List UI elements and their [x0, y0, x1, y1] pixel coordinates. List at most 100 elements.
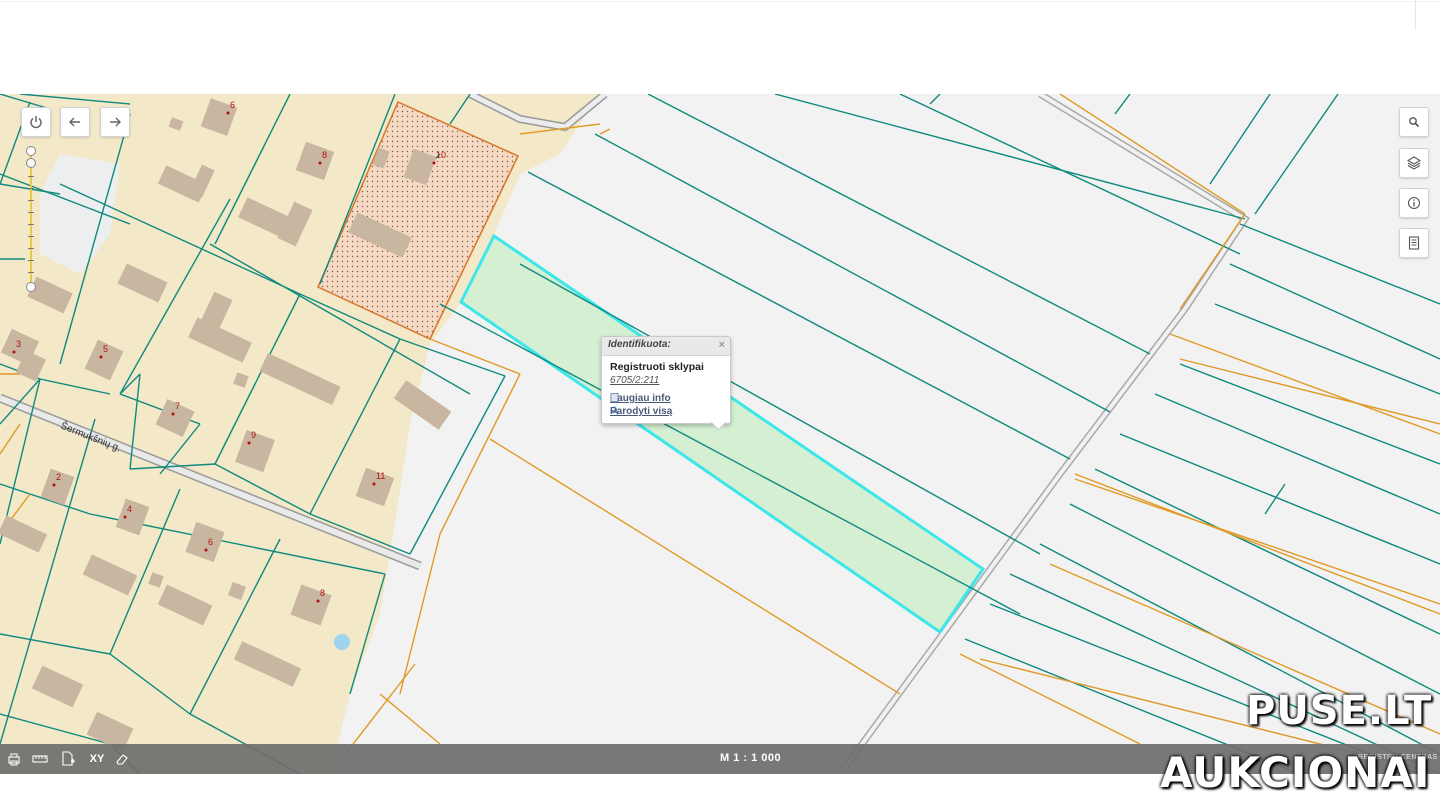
- eraser-button[interactable]: [112, 750, 132, 768]
- zoom-tick: [28, 260, 34, 261]
- zoom-plus[interactable]: [26, 146, 36, 156]
- show-all-label: Parodyti visą: [610, 406, 673, 417]
- zoom-tick: [28, 176, 34, 177]
- power-button[interactable]: [21, 107, 51, 137]
- house-number: 4: [127, 504, 132, 514]
- orange-line: [1074, 473, 1440, 615]
- layers-button[interactable]: [1399, 148, 1429, 178]
- parcel-line: [1154, 393, 1440, 515]
- orange-line: [429, 338, 521, 375]
- back-button[interactable]: [60, 107, 90, 137]
- house-marker: [226, 111, 230, 115]
- parcel-line: [1119, 433, 1440, 565]
- house-number: 5: [103, 344, 108, 354]
- zoom-small-icon: [610, 406, 619, 415]
- info-icon: [1407, 196, 1421, 210]
- parcel-line: [899, 94, 1241, 255]
- house-number: 9: [251, 430, 256, 440]
- orange-line: [1059, 94, 1246, 215]
- arrow-right-icon: [110, 117, 121, 127]
- popup-parcel-id[interactable]: 6705/2:211: [610, 375, 659, 386]
- header-divider: [0, 1, 1440, 2]
- more-info-label: Daugiau info: [610, 393, 671, 404]
- zoom-tick: [28, 200, 34, 201]
- house-marker: [12, 350, 16, 354]
- ruler-button[interactable]: [30, 750, 50, 768]
- parcel-line: [647, 94, 1151, 355]
- info-button[interactable]: [1399, 188, 1429, 218]
- arrow-left-icon: [69, 117, 80, 127]
- print-button[interactable]: [4, 750, 24, 768]
- search-icon: [1409, 117, 1420, 128]
- parcel-line: [1264, 483, 1286, 515]
- zoom-slider[interactable]: [24, 146, 38, 292]
- parcel-line: [1209, 94, 1271, 185]
- more-info-link[interactable]: Daugiau info: [610, 393, 671, 404]
- add-page-icon: [62, 751, 75, 766]
- zoom-tick: [28, 224, 34, 225]
- house-number: 2: [56, 472, 61, 482]
- top-header: [0, 0, 1440, 94]
- house-number: 3: [16, 339, 21, 349]
- parcel-line: [1214, 303, 1440, 395]
- parcel-line: [1114, 94, 1131, 115]
- house-marker: [318, 161, 322, 165]
- orange-line: [599, 128, 611, 135]
- identify-popup: Identifikuota: × Registruoti sklypai 670…: [601, 336, 731, 431]
- map-scale: M 1 : 1 000: [720, 752, 782, 764]
- house-number: 8: [322, 150, 327, 160]
- forward-button[interactable]: [100, 107, 130, 137]
- layers-icon: [1407, 156, 1421, 170]
- orange-line: [399, 613, 421, 695]
- eraser-icon: [116, 754, 128, 765]
- popup-title: Identifikuota:: [608, 339, 671, 350]
- house-number: 11: [376, 471, 385, 481]
- parcel-line: [1229, 263, 1440, 360]
- zoom-tick: [28, 248, 34, 249]
- map-canvas[interactable]: 68 103 579112468 Šermukšnių g.: [0, 94, 1440, 774]
- orange-line: [1169, 333, 1440, 435]
- house-marker: [123, 515, 127, 519]
- search-button[interactable]: [1399, 107, 1429, 137]
- popup-layer-name: Registruoti sklypai: [610, 361, 704, 373]
- house-number: 10: [436, 150, 446, 160]
- document-icon: [1408, 236, 1420, 250]
- zoom-handle[interactable]: [26, 158, 36, 168]
- orange-line: [439, 373, 521, 535]
- watermark-line2: AUKCIONAI: [1160, 748, 1431, 797]
- zoom-tick: [28, 212, 34, 213]
- parcel-line: [929, 94, 941, 105]
- house-marker: [432, 161, 436, 165]
- parcel-line: [774, 94, 1246, 220]
- zoom-tick: [28, 272, 34, 273]
- show-all-link[interactable]: Parodyti visą: [610, 406, 672, 417]
- orange-line: [379, 693, 441, 745]
- popup-close-button[interactable]: ×: [719, 339, 725, 351]
- orange-line: [419, 533, 441, 615]
- house-marker: [171, 412, 175, 416]
- zoom-track: [30, 152, 32, 284]
- header-edge: [1415, 0, 1416, 30]
- popup-header: Identifikuota: ×: [602, 337, 730, 356]
- house-marker: [52, 483, 56, 487]
- print-icon: [8, 753, 20, 766]
- zoom-minus[interactable]: [26, 282, 36, 292]
- document-button[interactable]: [1399, 228, 1429, 258]
- house-number: 6: [208, 537, 213, 547]
- zoom-tick: [28, 236, 34, 237]
- map-viewport[interactable]: 68103579112468 Šermukšnių g.: [0, 94, 1440, 774]
- ruler-icon: [32, 755, 48, 763]
- house-marker: [372, 482, 376, 486]
- power-icon: [30, 116, 42, 129]
- parcel-line: [1254, 94, 1339, 215]
- document-small-icon: [610, 393, 619, 402]
- orange-line: [1179, 213, 1246, 310]
- xy-button[interactable]: XY: [87, 750, 107, 768]
- add-page-button[interactable]: [58, 750, 78, 768]
- zoom-tick: [28, 188, 34, 189]
- house-marker: [316, 599, 320, 603]
- parcel-line: [1069, 503, 1440, 695]
- selected-parcel[interactable]: [459, 233, 986, 635]
- house-marker: [247, 441, 251, 445]
- house-number: 6: [230, 100, 235, 110]
